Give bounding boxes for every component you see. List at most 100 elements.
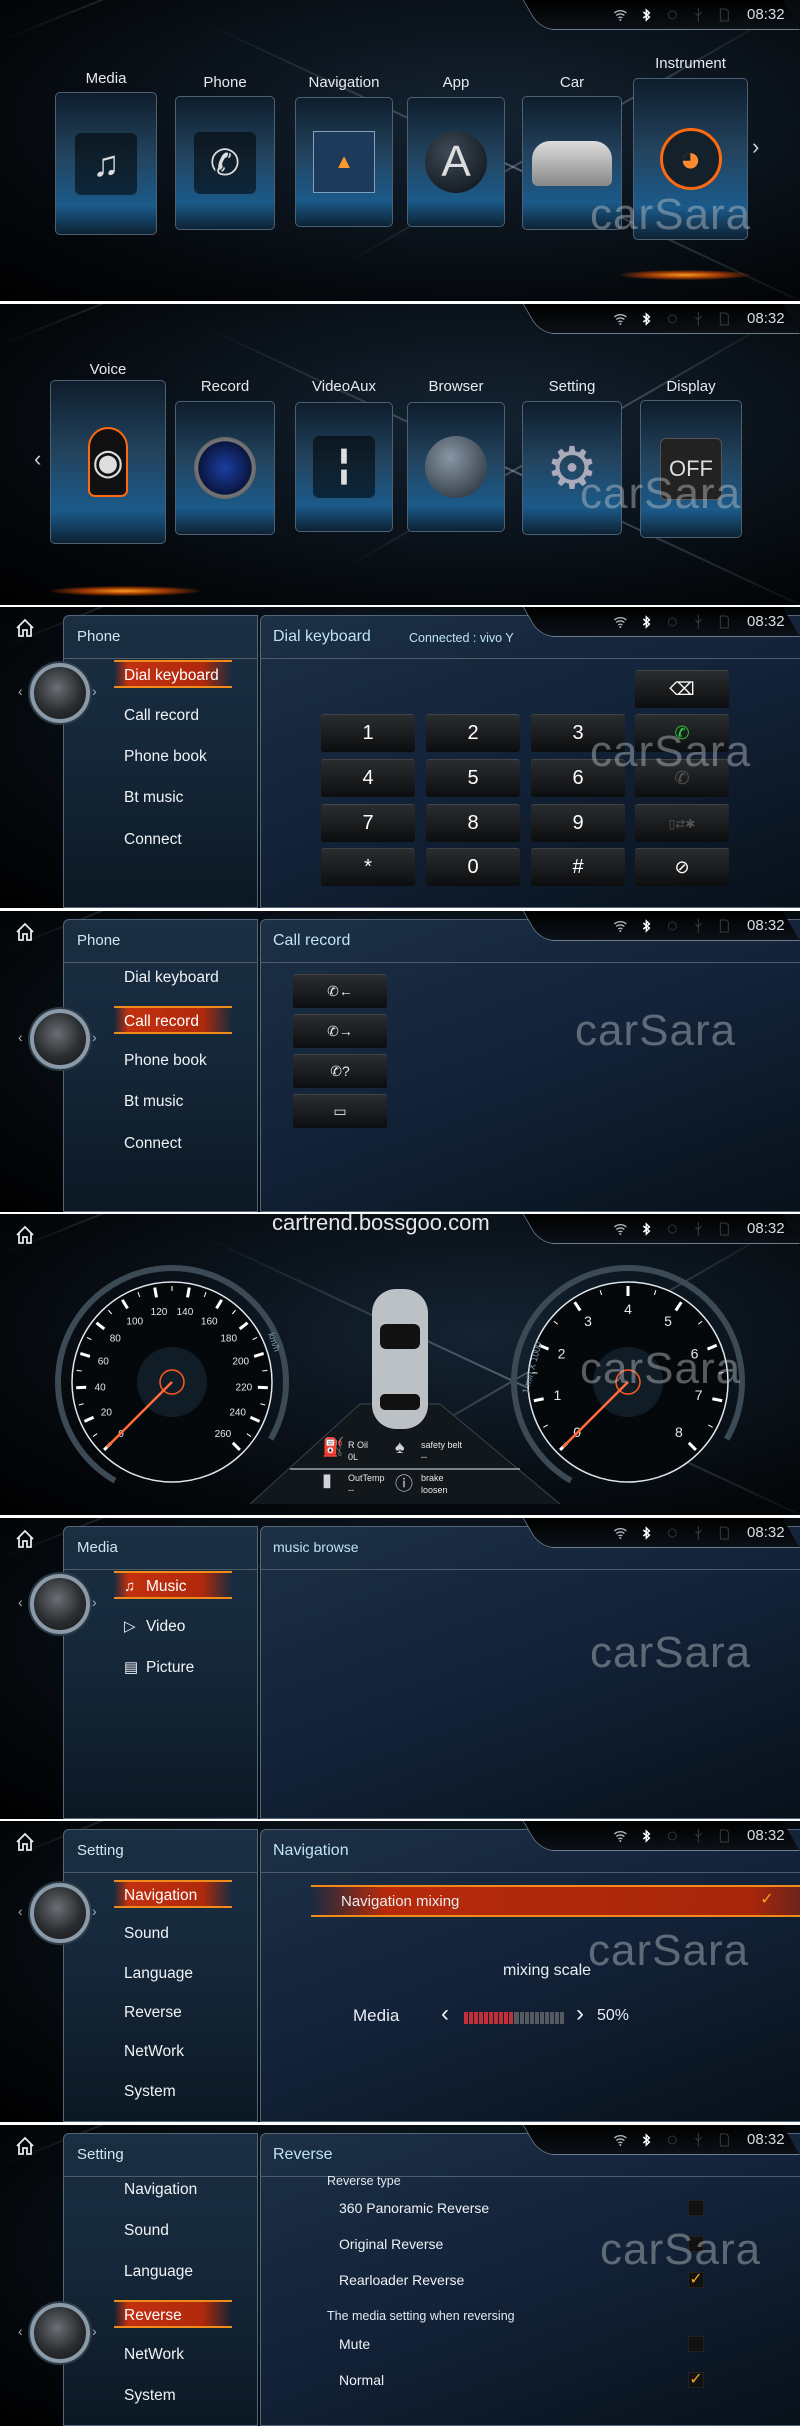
home-icon[interactable] — [14, 1831, 36, 1853]
menu-item[interactable]: Sound — [114, 2217, 232, 2245]
disconnect-button[interactable]: ⊘ — [635, 848, 729, 886]
menu-item[interactable]: Bt music — [114, 784, 232, 812]
decrease-button[interactable]: ‹ — [441, 2000, 449, 2028]
menu-item[interactable]: Phone book — [114, 1047, 232, 1075]
dial-key[interactable]: 0 — [426, 848, 520, 886]
watermark-logo: carSara — [580, 1344, 742, 1393]
chevron-left-icon[interactable]: ‹ — [34, 446, 41, 472]
media-mix-slider[interactable] — [464, 2012, 564, 2024]
chevron-right-icon[interactable]: › — [92, 1594, 97, 1610]
menu-item[interactable]: Navigation — [114, 1880, 232, 1908]
dial-key[interactable]: 8 — [426, 804, 520, 842]
clock: 08:32 — [747, 309, 786, 327]
menu-item-label: System — [124, 2083, 176, 2100]
checkbox-checked[interactable]: ✓ — [688, 2371, 704, 2388]
app-tile-navigation[interactable]: ▲ — [295, 97, 393, 227]
dial-key[interactable]: 9 — [531, 804, 625, 842]
dial-key[interactable]: 4 — [321, 759, 415, 797]
dial-key[interactable]: 5 — [426, 759, 520, 797]
rotary-knob[interactable] — [30, 1883, 90, 1943]
app-tile-media[interactable]: ♫ — [55, 92, 157, 235]
selection-glow — [50, 585, 200, 596]
slider-segment — [554, 2012, 559, 2024]
checkbox-unchecked[interactable] — [688, 2199, 704, 2216]
app-tile-record[interactable]: ◉ — [175, 400, 275, 535]
gauge-label: 260 — [215, 1429, 232, 1440]
menu-item[interactable]: System — [114, 2078, 232, 2106]
reverse-type-option[interactable]: 360 Panoramic Reverse — [339, 2200, 489, 2216]
home-icon[interactable] — [14, 2135, 36, 2157]
menu-item[interactable]: NetWork — [114, 2341, 232, 2369]
gps-icon — [666, 311, 680, 325]
menu-item-label: Reverse — [124, 2306, 182, 2324]
chevron-left-icon[interactable]: ‹ — [18, 1029, 23, 1045]
incoming-call-filter-button[interactable]: ✆← — [293, 973, 387, 1008]
chevron-right-icon[interactable]: › — [92, 2323, 97, 2339]
menu-item[interactable]: Reverse — [114, 2299, 232, 2328]
menu-item[interactable]: Reverse — [114, 1999, 232, 2027]
home-icon[interactable] — [14, 1528, 36, 1550]
rotary-knob[interactable] — [30, 1573, 90, 1634]
menu-item[interactable]: Language — [114, 2258, 232, 2286]
app-tile-browser[interactable]: ● — [407, 401, 505, 532]
dial-key[interactable]: * — [321, 848, 415, 886]
menu-item[interactable]: Phone book — [114, 743, 232, 771]
map-icon: ▲ — [313, 131, 375, 193]
dial-key[interactable]: # — [531, 848, 625, 886]
menu-item[interactable]: ▤ Picture — [114, 1654, 232, 1682]
menu-item[interactable]: Dial keyboard — [114, 964, 232, 992]
app-tile-app[interactable]: A — [407, 97, 505, 227]
menu-item[interactable]: Connect — [114, 1130, 232, 1158]
menu-item[interactable]: Call record — [114, 1005, 232, 1034]
chevron-right-icon[interactable]: › — [92, 1903, 97, 1919]
watermark-logo: carSara — [575, 1005, 737, 1055]
dial-key-label: 5 — [467, 767, 479, 789]
dial-key[interactable]: 1 — [321, 714, 415, 752]
checkbox-checked[interactable]: ✓ — [759, 1892, 775, 1909]
menu-item[interactable]: Dial keyboard — [114, 660, 232, 688]
trash-filter-button[interactable]: ▭ — [293, 1093, 387, 1128]
menu-item[interactable]: System — [114, 2382, 232, 2410]
media-screen: Media ♫ Music ▷ Video ▤ Picture music browse ‹ › 0… — [0, 1517, 800, 1819]
dial-key[interactable]: 7 — [321, 804, 415, 842]
menu-item[interactable]: ▷ Video — [114, 1613, 232, 1641]
app-tile-phone[interactable]: ✆ — [175, 96, 275, 230]
rotary-knob[interactable] — [30, 1008, 90, 1069]
menu-item[interactable]: Navigation — [114, 2176, 232, 2204]
app-tile-videoaux[interactable]: ╏ — [295, 401, 393, 532]
menu-item[interactable]: NetWork — [114, 2038, 232, 2066]
chevron-left-icon[interactable]: ‹ — [18, 1903, 23, 1919]
menu-item[interactable]: Call record — [114, 702, 232, 730]
reverse-type-option[interactable]: Rearloader Reverse — [339, 2272, 464, 2288]
navigation-mixing-toggle[interactable]: Navigation mixing ✓ — [311, 1885, 800, 1917]
chevron-left-icon[interactable]: ‹ — [18, 2323, 23, 2339]
bt-transfer-button[interactable]: ▯⇄✱ — [635, 804, 729, 842]
menu-item[interactable]: Sound — [114, 1920, 232, 1948]
menu-item[interactable]: Bt music — [114, 1088, 232, 1116]
menu-item[interactable]: ♫ Music — [114, 1570, 232, 1599]
slider-segment — [524, 2012, 529, 2024]
menu-item[interactable]: Language — [114, 1960, 232, 1988]
chevron-left-icon[interactable]: ‹ — [18, 1594, 23, 1610]
gauge-label: 200 — [232, 1357, 249, 1368]
backspace-button[interactable]: ⌫ — [635, 670, 729, 708]
menu-item[interactable]: Connect — [114, 826, 232, 854]
reverse-type-option[interactable]: Original Reverse — [339, 2236, 443, 2252]
rotary-knob[interactable] — [30, 2302, 90, 2363]
chevron-right-icon[interactable]: › — [752, 134, 759, 160]
checkbox-unchecked[interactable] — [688, 2335, 704, 2352]
home-icon[interactable] — [14, 921, 36, 943]
chevron-right-icon[interactable]: › — [92, 1029, 97, 1045]
home-icon[interactable] — [14, 617, 36, 639]
missed-call-filter-button[interactable]: ✆? — [293, 1053, 387, 1088]
play-circle-icon: ▷ — [124, 1617, 136, 1635]
outgoing-call-filter-button[interactable]: ✆→ — [293, 1013, 387, 1048]
chevron-right-icon[interactable]: › — [92, 683, 97, 699]
app-tile-voice[interactable]: ◉ — [50, 379, 166, 544]
media-reverse-option[interactable]: Mute — [339, 2336, 370, 2352]
chevron-left-icon[interactable]: ‹ — [18, 683, 23, 699]
increase-button[interactable]: › — [576, 2000, 584, 2028]
rotary-knob[interactable] — [30, 663, 90, 723]
dial-key[interactable]: 2 — [426, 714, 520, 752]
media-reverse-option[interactable]: Normal — [339, 2372, 384, 2388]
